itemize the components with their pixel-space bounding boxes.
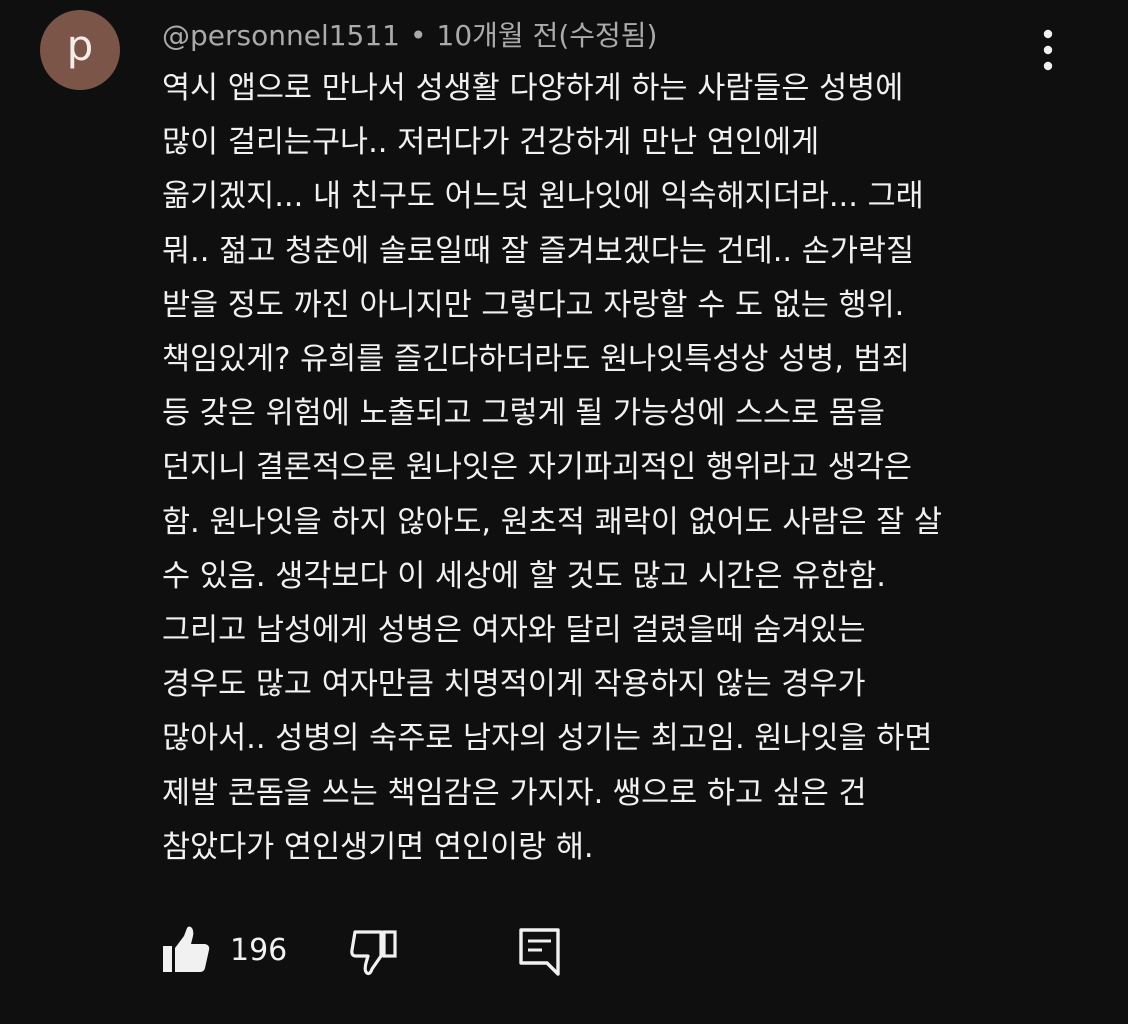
comment-line: 경우도 많고 여자만큼 치명적이게 작용하지 않는 경우가 xyxy=(162,667,866,703)
like-button[interactable] xyxy=(160,926,212,976)
comment-line: 참았다가 연인생기면 연인이랑 해. xyxy=(162,829,594,865)
author-handle[interactable]: @personnel1511 xyxy=(162,19,400,52)
comment-line: 등 갖은 위험에 노출되고 그렇게 될 가능성에 스스로 몸을 xyxy=(162,396,885,432)
comment-line: 던지니 결론적으론 원나잇은 자기파괴적인 행위라고 생각은 xyxy=(162,450,912,486)
comment-line: 뭐.. 젊고 청춘에 솔로일때 잘 즐겨보겠다는 건데.. 손가락질 xyxy=(162,233,915,269)
thumb-up-filled-icon xyxy=(163,926,210,972)
reply-comment-icon xyxy=(519,928,560,976)
comment-line: 제발 콘돔을 쓰는 책임감은 가지자. 쌩으로 하고 싶은 건 xyxy=(162,775,867,811)
comment-line: 그리고 남성에게 성병은 여자와 달리 걸렸을때 숨겨있는 xyxy=(162,613,866,649)
comment-timestamp: 10개월 전(수정됨) xyxy=(436,19,658,52)
like-count: 196 xyxy=(230,933,288,968)
meta-separator: • xyxy=(410,19,427,52)
dislike-button[interactable] xyxy=(348,928,400,978)
comment-avatar[interactable]: p xyxy=(40,10,120,90)
comment-line: 역시 앱으로 만나서 성생활 다양하게 하는 사람들은 성병에 xyxy=(162,71,904,106)
comment-text: 역시 앱으로 만나서 성생활 다양하게 하는 사람들은 성병에 많이 걸리는구나… xyxy=(162,62,1062,875)
comment-line: 수 있음. 생각보다 이 세상에 할 것도 많고 시간은 유한함. xyxy=(162,558,886,594)
thumb-down-outline-icon xyxy=(350,930,397,976)
comment-line: 많아서.. 성병의 숙주로 남자의 성기는 최고임. 원나잇을 하면 xyxy=(162,721,933,757)
comment-line: 많이 걸리는구나.. 저러다가 건강하게 만난 연인에게 xyxy=(162,125,820,161)
avatar-letter: p xyxy=(66,21,94,70)
comment-line: 책임있게? 유희를 즐긴다하더라도 원나잇특성상 성병, 범죄 xyxy=(162,342,910,378)
comment-line: 옮기겠지... 내 친구도 어느덧 원나잇에 익숙해지더라... 그래 xyxy=(162,179,924,215)
reply-button[interactable] xyxy=(518,926,562,976)
comment-line: 받을 정도 까진 아니지만 그렇다고 자랑할 수 도 없는 행위. xyxy=(162,287,905,323)
comment-header: @personnel1511 • 10개월 전(수정됨) xyxy=(162,14,657,54)
comment-line: 함. 원나잇을 하지 않아도, 원초적 쾌락이 없어도 사람은 잘 살 xyxy=(162,504,943,540)
